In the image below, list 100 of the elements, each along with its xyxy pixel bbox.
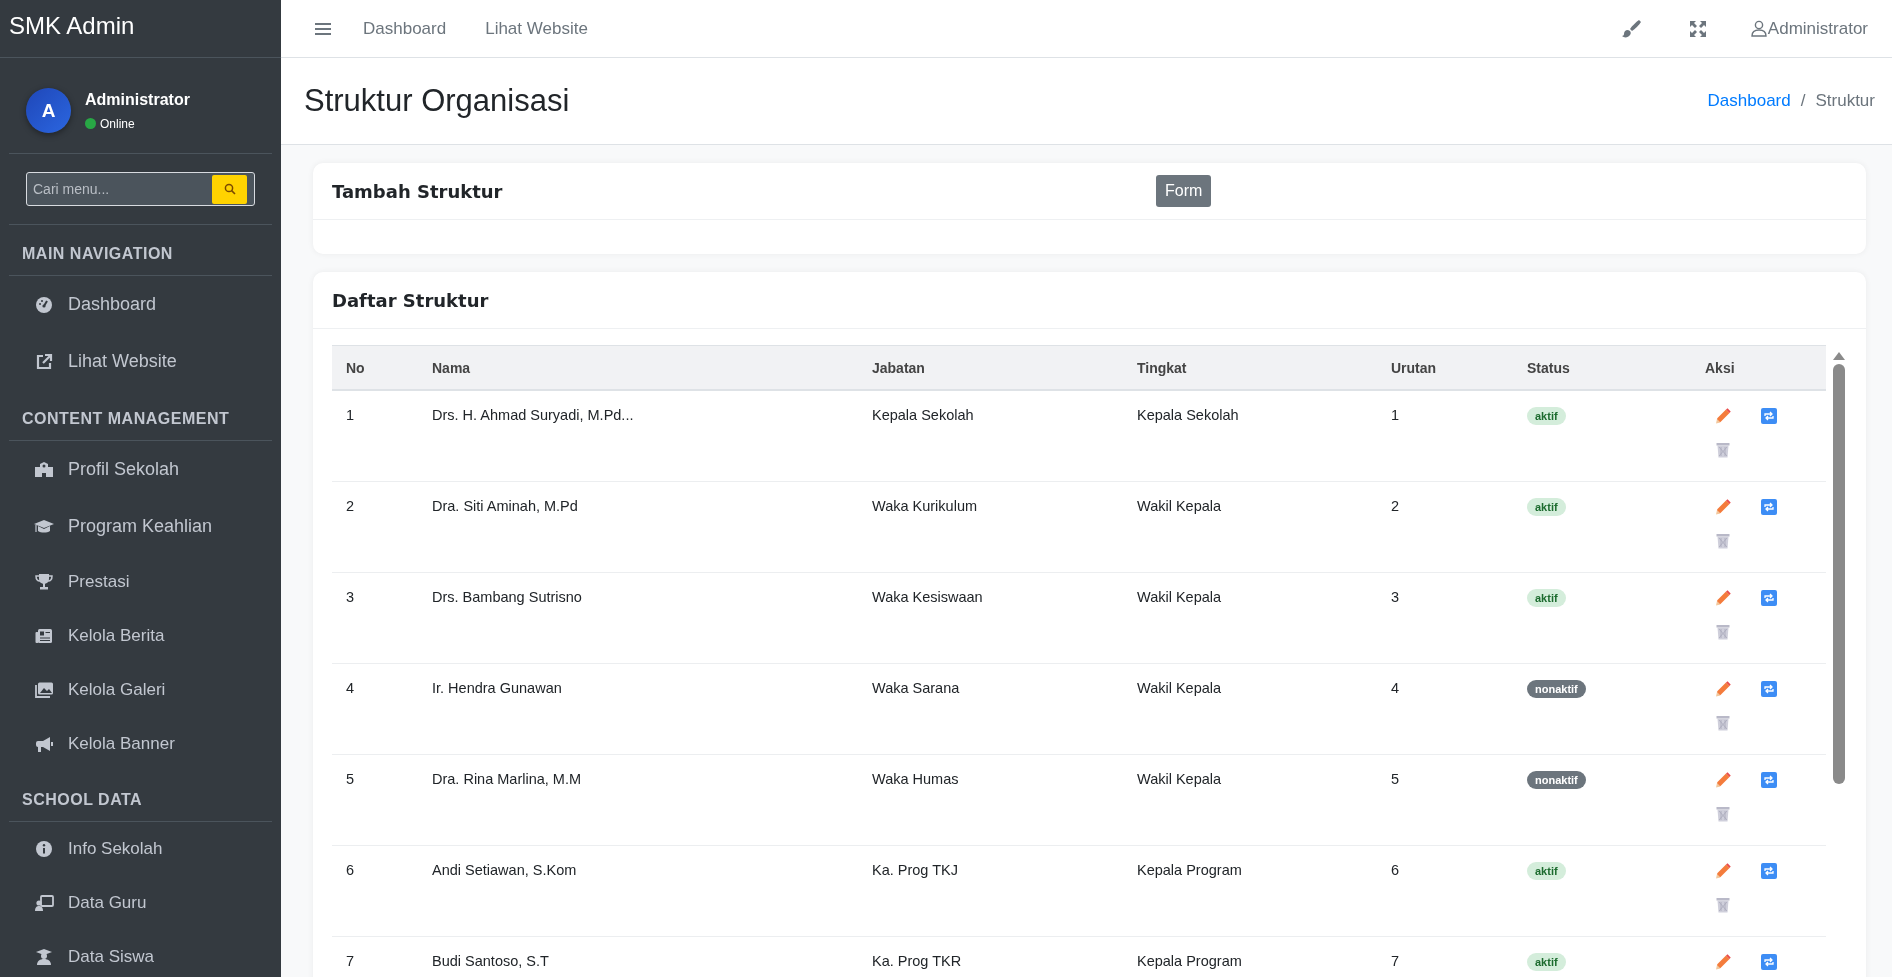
- edit-button[interactable]: [1715, 772, 1731, 788]
- repeat-icon: [1761, 681, 1777, 697]
- nav-item[interactable]: Kelola Berita: [0, 609, 281, 663]
- toggle-status-button[interactable]: [1761, 590, 1777, 606]
- edit-button[interactable]: [1715, 590, 1731, 606]
- breadcrumb-current: Struktur: [1815, 91, 1875, 111]
- repeat-icon: [1761, 772, 1777, 788]
- top-nav-link[interactable]: Dashboard: [363, 18, 447, 39]
- toggle-status-button[interactable]: [1761, 408, 1777, 424]
- delete-button[interactable]: [1715, 806, 1731, 822]
- nav-item[interactable]: Kelola Banner: [0, 717, 281, 771]
- table-cell: Wakil Kepala: [1123, 572, 1377, 664]
- nav-section-title: SCHOOL DATA: [9, 771, 272, 822]
- status-badge: aktif: [1527, 862, 1566, 880]
- edit-button[interactable]: [1715, 954, 1731, 970]
- table-cell: 6: [332, 845, 418, 937]
- user-menu[interactable]: Administrator: [1750, 18, 1868, 39]
- table-cell: Andi Setiawan, S.Kom: [418, 845, 858, 937]
- trophy-icon: [34, 572, 54, 592]
- table-cell: Wakil Kepala: [1123, 663, 1377, 755]
- toggle-status-button[interactable]: [1761, 954, 1777, 970]
- column-header: Status: [1513, 345, 1691, 390]
- edit-button[interactable]: [1715, 681, 1731, 697]
- search-field[interactable]: Cari menu...: [26, 172, 255, 206]
- form-button[interactable]: Form: [1156, 175, 1212, 207]
- delete-button[interactable]: [1715, 715, 1731, 731]
- student-icon: [34, 947, 54, 967]
- table-cell: Wakil Kepala: [1123, 481, 1377, 573]
- delete-button[interactable]: [1715, 624, 1731, 640]
- nav-item[interactable]: Prestasi: [0, 555, 281, 609]
- pencil-icon: [1715, 590, 1731, 606]
- pencil-icon: [1715, 863, 1731, 879]
- trash-icon: [1715, 442, 1731, 458]
- table-cell: Waka Kurikulum: [858, 481, 1123, 573]
- nav-item[interactable]: Info Sekolah: [0, 822, 281, 876]
- search-icon: [223, 183, 236, 195]
- table-cell: 7: [332, 936, 418, 977]
- table-cell: Budi Santoso, S.T: [418, 936, 858, 977]
- school-building-icon: [34, 459, 54, 480]
- nav-item[interactable]: Lihat Website: [0, 333, 281, 390]
- images-icon: [34, 680, 54, 700]
- nav-item[interactable]: Data Guru: [0, 876, 281, 930]
- expand-icon: [1688, 19, 1707, 38]
- search-button[interactable]: [212, 174, 247, 204]
- scroll-up-icon[interactable]: [1831, 351, 1846, 361]
- status-badge: aktif: [1527, 498, 1566, 516]
- table-cell: Dra. Rina Marlina, M.M: [418, 754, 858, 846]
- table-cell: Waka Humas: [858, 754, 1123, 846]
- column-header: Jabatan: [858, 345, 1123, 390]
- trash-icon: [1715, 806, 1731, 822]
- status-badge: nonaktif: [1527, 771, 1586, 789]
- table-cell: 6: [1377, 845, 1513, 937]
- column-header: Tingkat: [1123, 345, 1377, 390]
- breadcrumb-link[interactable]: Dashboard: [1707, 91, 1791, 111]
- repeat-icon: [1761, 499, 1777, 515]
- nav-item[interactable]: Program Keahlian: [0, 498, 281, 555]
- pencil-icon: [1715, 499, 1731, 515]
- search-input[interactable]: Cari menu...: [27, 180, 212, 198]
- paintbrush-icon: [1620, 18, 1641, 39]
- table-cell: Ka. Prog TKJ: [858, 845, 1123, 937]
- nav-item[interactable]: Data Siswa: [0, 930, 281, 977]
- page-title: Struktur Organisasi: [304, 83, 570, 119]
- nav-item[interactable]: Profil Sekolah: [0, 441, 281, 498]
- nav-item[interactable]: Kelola Galeri: [0, 663, 281, 717]
- table-cell: Kepala Sekolah: [1123, 390, 1377, 482]
- teacher-icon: [34, 893, 54, 913]
- delete-button[interactable]: [1715, 897, 1731, 913]
- delete-button[interactable]: [1715, 442, 1731, 458]
- toggle-status-button[interactable]: [1761, 681, 1777, 697]
- pencil-icon: [1715, 408, 1731, 424]
- table-cell: Wakil Kepala: [1123, 754, 1377, 846]
- newspaper-icon: [34, 626, 54, 646]
- scrollbar-thumb[interactable]: [1832, 364, 1845, 784]
- table-cell: 7: [1377, 936, 1513, 977]
- pencil-icon: [1715, 681, 1731, 697]
- info-icon: [34, 839, 54, 859]
- edit-button[interactable]: [1715, 499, 1731, 515]
- column-header: No: [332, 345, 418, 390]
- delete-button[interactable]: [1715, 533, 1731, 549]
- table-cell: 3: [1377, 572, 1513, 664]
- toggle-status-button[interactable]: [1761, 772, 1777, 788]
- megaphone-icon: [34, 734, 54, 754]
- trash-icon: [1715, 624, 1731, 640]
- edit-button[interactable]: [1715, 863, 1731, 879]
- repeat-icon: [1761, 863, 1777, 879]
- table-cell: Drs. H. Ahmad Suryadi, M.Pd...: [418, 390, 858, 482]
- top-nav-link[interactable]: Lihat Website: [485, 18, 588, 39]
- table-cell: Ir. Hendra Gunawan: [418, 663, 858, 755]
- toggle-status-button[interactable]: [1761, 863, 1777, 879]
- avatar: A: [26, 88, 71, 133]
- pencil-icon: [1715, 772, 1731, 788]
- toggle-status-button[interactable]: [1761, 499, 1777, 515]
- column-header: Urutan: [1377, 345, 1513, 390]
- edit-button[interactable]: [1715, 408, 1731, 424]
- table-cell: Waka Kesiswaan: [858, 572, 1123, 664]
- table-cell: 5: [332, 754, 418, 846]
- nav-item[interactable]: Dashboard: [0, 276, 281, 333]
- external-link-icon: [34, 351, 54, 372]
- status-badge: aktif: [1527, 953, 1566, 971]
- repeat-icon: [1761, 954, 1777, 970]
